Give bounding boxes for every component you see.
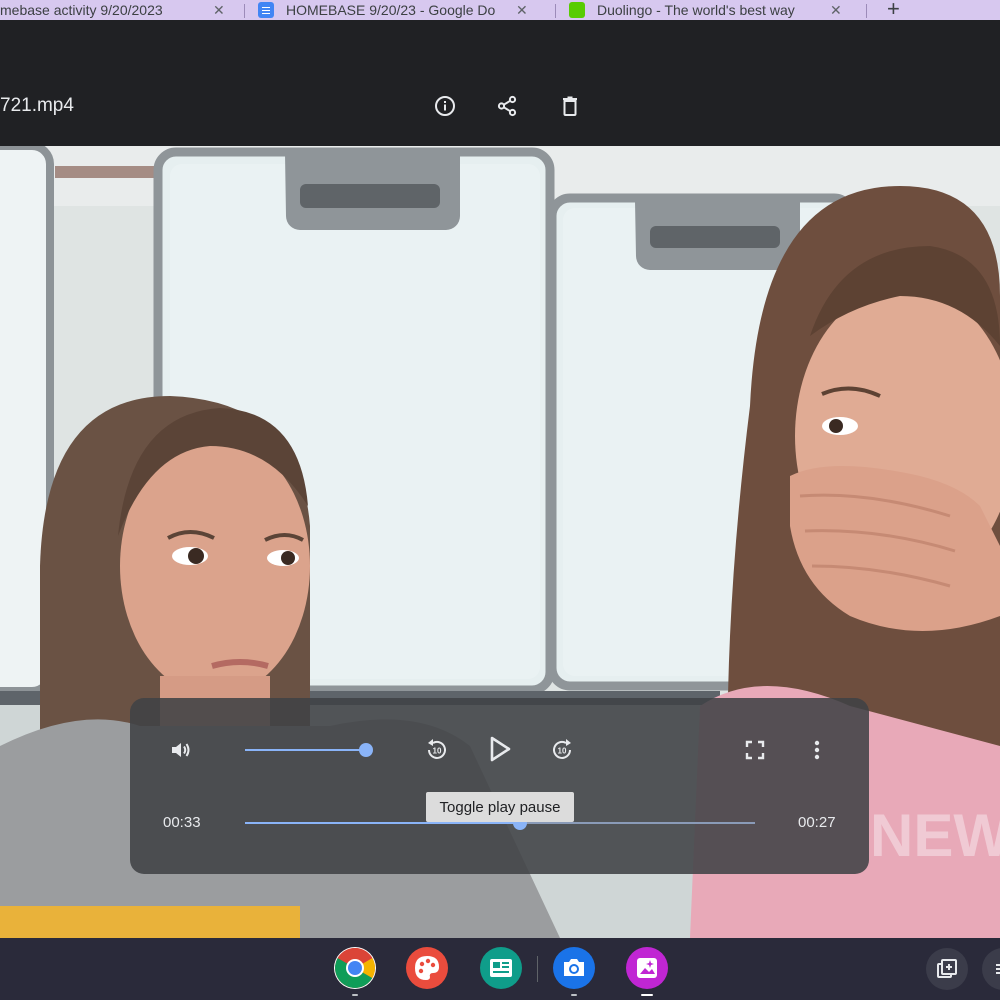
- play-icon: [490, 736, 511, 762]
- volume-slider-thumb[interactable]: [358, 743, 373, 757]
- app-active-indicator: [641, 994, 653, 996]
- tab-divider: [244, 4, 245, 18]
- delete-icon: [563, 96, 577, 116]
- tray-menu-icon: [996, 964, 1000, 974]
- system-shelf: [0, 938, 1000, 1000]
- screen-capture-icon: [937, 959, 957, 978]
- app-running-indicator: [352, 994, 358, 996]
- play-pause-button[interactable]: [481, 731, 517, 767]
- gallery-app[interactable]: [626, 947, 668, 989]
- chrome-icon: [335, 948, 375, 988]
- fullscreen-icon: [745, 740, 765, 760]
- info-icon: [435, 96, 455, 116]
- chrome-app[interactable]: [334, 947, 376, 989]
- forward-10-icon: 10: [553, 739, 571, 759]
- tab-divider: [555, 4, 556, 18]
- volume-level: [245, 749, 366, 751]
- tab-title: HOMEBASE 9/20/23 - Google Do: [286, 2, 496, 18]
- camera-app[interactable]: [553, 947, 595, 989]
- classroom-news-icon: [490, 959, 512, 977]
- svg-text:NEW: NEW: [870, 802, 1000, 869]
- share-icon: [497, 95, 517, 117]
- shelf-divider: [537, 956, 538, 982]
- browser-tab-homebase-activity[interactable]: mebase activity 9/20/2023 ✕: [0, 0, 240, 20]
- replay-10-icon: 10: [428, 739, 446, 759]
- file-name: 721.mp4: [0, 95, 74, 116]
- classroom-app[interactable]: [480, 947, 522, 989]
- close-icon[interactable]: ✕: [830, 2, 842, 19]
- canvas-paint-icon: [415, 956, 439, 980]
- remaining-time: 00:27: [798, 814, 836, 831]
- delete-button[interactable]: [550, 86, 590, 126]
- browser-tab-duolingo[interactable]: Duolingo - The world's best way ✕: [569, 0, 859, 20]
- tab-title: Duolingo - The world's best way: [597, 2, 795, 18]
- google-docs-icon: [258, 2, 274, 18]
- close-icon[interactable]: ✕: [516, 2, 528, 19]
- browser-tab-strip: mebase activity 9/20/2023 ✕ HOMEBASE 9/2…: [0, 0, 1000, 20]
- browser-tab-homebase-doc[interactable]: HOMEBASE 9/20/23 - Google Do ✕: [258, 0, 548, 20]
- play-pause-tooltip: Toggle play pause: [426, 792, 574, 822]
- current-time: 00:33: [163, 814, 201, 831]
- gallery-icon: [637, 958, 657, 978]
- share-button[interactable]: [487, 86, 527, 126]
- tab-title: mebase activity 9/20/2023: [0, 2, 163, 18]
- video-controls-panel: 10 10 00:33 00:27: [130, 698, 869, 874]
- info-button[interactable]: [425, 86, 465, 126]
- viewer-header: 721.mp4: [0, 20, 1000, 146]
- forward-10-button[interactable]: 10: [544, 732, 580, 768]
- replay-10-button[interactable]: 10: [419, 732, 455, 768]
- skip-forward-seconds: 10: [558, 747, 567, 756]
- seek-progress: [245, 822, 521, 824]
- volume-button[interactable]: [162, 732, 198, 768]
- app-running-indicator: [571, 994, 577, 996]
- duolingo-icon: [569, 2, 585, 18]
- canvas-app[interactable]: [406, 947, 448, 989]
- volume-icon: [172, 743, 190, 757]
- tab-divider: [866, 4, 867, 18]
- status-tray-button[interactable]: [982, 948, 1000, 990]
- more-vert-icon: [814, 740, 820, 760]
- skip-back-seconds: 10: [433, 747, 442, 756]
- more-options-button[interactable]: [799, 732, 835, 768]
- new-tab-button[interactable]: +: [887, 0, 900, 20]
- close-icon[interactable]: ✕: [213, 2, 225, 19]
- screen-capture-button[interactable]: [926, 948, 968, 990]
- fullscreen-button[interactable]: [737, 732, 773, 768]
- camera-icon: [564, 959, 584, 976]
